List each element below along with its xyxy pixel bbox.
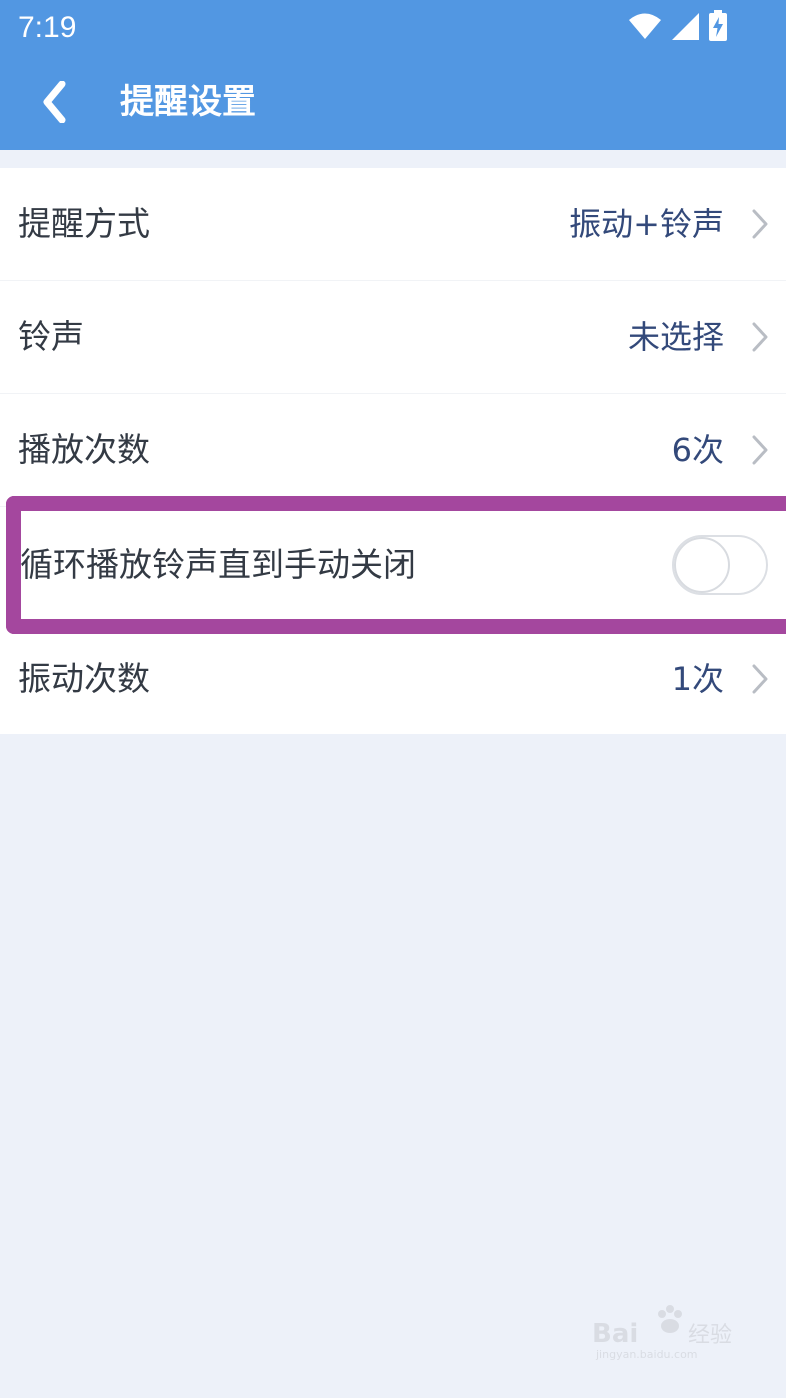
setting-row-reminder-method[interactable]: 提醒方式 振动+铃声 — [0, 168, 786, 281]
setting-row-loop-ringtone: 循环播放铃声直到手动关闭 — [0, 507, 786, 623]
svg-text:Bai: Bai — [592, 1319, 638, 1349]
status-icons — [628, 10, 728, 42]
back-button[interactable] — [28, 72, 78, 132]
setting-label: 提醒方式 — [18, 204, 150, 243]
setting-label: 循环播放铃声直到手动关闭 — [20, 545, 416, 584]
wifi-icon — [629, 13, 661, 39]
setting-label: 振动次数 — [18, 659, 150, 698]
chevron-right-icon — [752, 209, 768, 239]
svg-text:jingyan.baidu.com: jingyan.baidu.com — [595, 1348, 698, 1361]
cellular-signal-icon — [672, 13, 699, 40]
toggle-knob — [674, 537, 730, 593]
setting-label: 铃声 — [18, 317, 84, 356]
status-time: 7:19 — [18, 11, 77, 44]
app-header: 7:19 提醒设置 — [0, 0, 786, 150]
battery-charging-icon — [709, 10, 727, 41]
header-spacer — [0, 150, 786, 168]
watermark-logo: Bai 经验 jingyan.baidu.com — [592, 1305, 732, 1361]
svg-text:经验: 经验 — [688, 1323, 732, 1348]
chevron-right-icon — [752, 322, 768, 352]
loop-ringtone-toggle[interactable] — [672, 535, 768, 595]
chevron-right-icon — [752, 435, 768, 465]
setting-value: 振动+铃声 — [569, 205, 724, 243]
setting-value: 1次 — [671, 660, 724, 698]
chevron-left-icon — [43, 81, 66, 123]
setting-value: 未选择 — [627, 318, 724, 356]
setting-row-ringtone[interactable]: 铃声 未选择 — [0, 281, 786, 394]
page-title: 提醒设置 — [120, 82, 256, 122]
setting-label: 播放次数 — [18, 430, 150, 469]
setting-value: 6次 — [671, 431, 724, 469]
setting-row-play-count[interactable]: 播放次数 6次 — [0, 394, 786, 507]
chevron-right-icon — [752, 664, 768, 694]
setting-row-vibration-count[interactable]: 振动次数 1次 — [0, 623, 786, 734]
